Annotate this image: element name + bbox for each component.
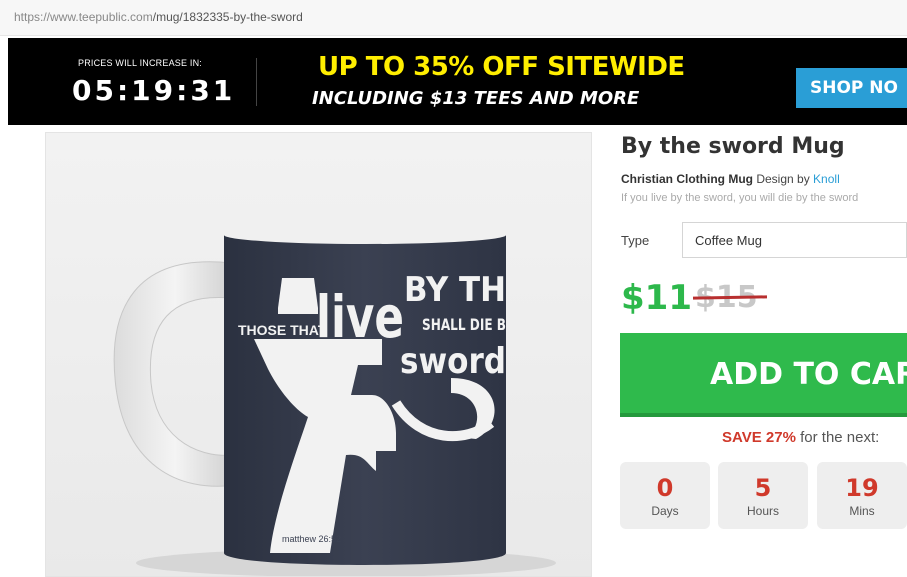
mug-handle	[113, 261, 237, 487]
artist-link[interactable]: Knoll	[813, 172, 840, 186]
url-path: /mug/1832335-by-the-sword	[152, 10, 303, 24]
address-bar[interactable]: https://www.teepublic.com/mug/1832335-by…	[0, 0, 907, 36]
countdown-mins-value: 19	[845, 474, 879, 502]
countdown-days-unit: Days	[651, 504, 679, 518]
type-label: Type	[621, 233, 650, 248]
countdown-days-value: 0	[656, 474, 674, 502]
product-byline: Christian Clothing Mug Design by Knoll	[621, 172, 840, 186]
promo-banner[interactable]: PRICES WILL INCREASE IN: 05:19:31 UP TO …	[8, 38, 907, 125]
mug-text-5: sword	[400, 341, 506, 382]
url-text[interactable]: https://www.teepublic.com/mug/1832335-by…	[14, 10, 303, 24]
add-to-cart-button[interactable]: ADD TO CART	[620, 333, 907, 417]
mug-rim	[224, 226, 506, 244]
current-price: $11	[621, 278, 692, 318]
shop-now-button[interactable]: SHOP NO	[796, 68, 907, 108]
countdown-hours-value: 5	[754, 474, 772, 502]
product-image[interactable]: those that live BY TH SHALL DIE B sword …	[45, 132, 592, 577]
product-description: If you live by the sword, you will die b…	[621, 192, 859, 204]
save-message: SAVE 27% for the next:	[722, 429, 879, 446]
countdown-mins: 19 Mins	[817, 462, 907, 529]
countdown-days: 0 Days	[620, 462, 710, 529]
countdown-hours-unit: Hours	[746, 504, 779, 518]
design-by-label: Design by	[756, 172, 810, 186]
mug-text-2: live	[316, 283, 404, 351]
helmet-shape	[278, 278, 318, 308]
type-select[interactable]: Coffee Mug	[682, 222, 907, 258]
promo-headline: UP TO 35% OFF SITEWIDE	[318, 52, 685, 82]
mug-text-3: BY TH	[404, 270, 506, 310]
url-domain: https://www.teepublic.com	[14, 10, 153, 24]
product-category[interactable]: Christian Clothing Mug	[621, 172, 753, 186]
promo-divider	[256, 58, 257, 106]
mug-text-4: SHALL DIE B	[422, 315, 506, 334]
mug-illustration: those that live BY TH SHALL DIE B sword …	[113, 226, 556, 576]
countdown-hours: 5 Hours	[718, 462, 808, 529]
mug-verse: matthew 26:52	[282, 534, 341, 544]
helmet-rim	[278, 308, 318, 314]
mug-text-1: those that	[238, 322, 327, 338]
price-timer: 05:19:31	[72, 74, 236, 107]
countdown-mins-unit: Mins	[849, 504, 875, 518]
product-title: By the sword Mug	[621, 134, 845, 159]
save-suffix: for the next:	[800, 429, 880, 446]
save-percent: SAVE 27%	[722, 429, 796, 446]
promo-subhead: INCLUDING $13 TEES AND MORE	[312, 88, 640, 109]
price-timer-label: PRICES WILL INCREASE IN:	[78, 58, 202, 68]
